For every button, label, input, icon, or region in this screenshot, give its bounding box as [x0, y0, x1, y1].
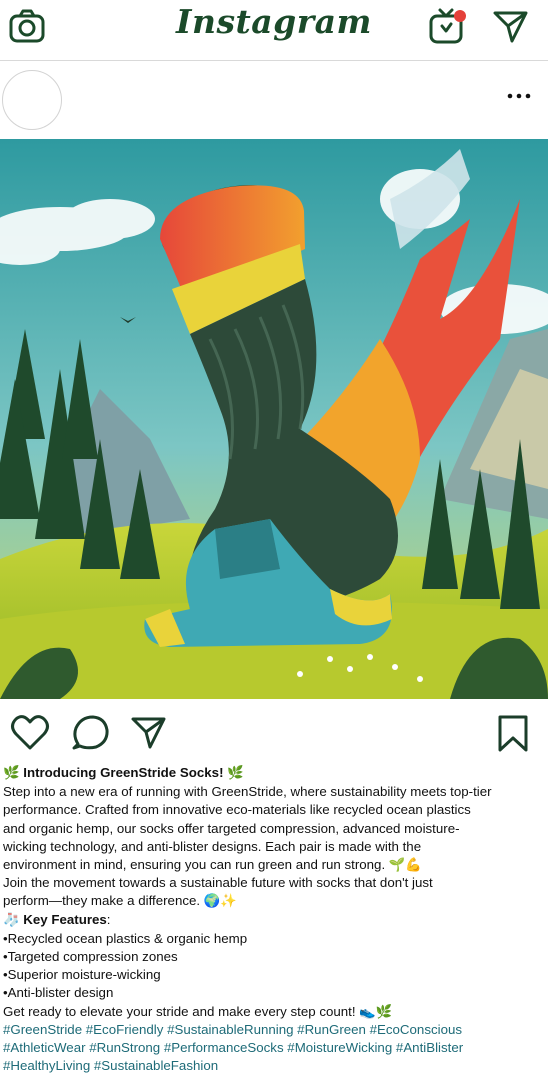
- post-header: [0, 64, 548, 134]
- more-options-icon[interactable]: [504, 84, 534, 108]
- feature-item: •Targeted compression zones: [3, 949, 178, 965]
- heart-icon[interactable]: [10, 714, 50, 756]
- comment-icon[interactable]: [72, 714, 110, 756]
- caption-title-line: 🌿 Introducing GreenStride Socks! 🌿: [3, 764, 545, 783]
- leaf-emoji: 🌿: [227, 766, 244, 781]
- hashtags-line[interactable]: #GreenStride #EcoFriendly #SustainableRu…: [3, 1021, 545, 1039]
- igtv-icon[interactable]: [428, 6, 468, 50]
- top-divider: [0, 60, 548, 61]
- caption-body-line: performance. Crafted from innovative eco…: [3, 802, 471, 818]
- caption-body-line: Join the movement towards a sustainable …: [3, 875, 433, 891]
- feature-item: •Superior moisture-wicking: [3, 967, 161, 983]
- caption-body-line: Step into a new era of running with Gree…: [3, 784, 492, 800]
- caption-body-line: environment in mind, ensuring you can ru…: [3, 857, 422, 873]
- bookmark-icon[interactable]: [496, 714, 530, 758]
- caption-title: Introducing GreenStride Socks!: [23, 765, 224, 780]
- feature-item: •Anti-blister design: [3, 985, 114, 1001]
- share-icon[interactable]: [130, 714, 168, 754]
- notification-dot: [454, 10, 466, 22]
- leaf-emoji: 🌿: [3, 766, 20, 781]
- features-colon: :: [106, 911, 111, 927]
- sock-emoji: 🧦: [3, 912, 20, 928]
- top-bar: Instagram: [0, 0, 548, 56]
- caption-closing: Get ready to elevate your stride and mak…: [3, 1003, 393, 1019]
- hashtags-line[interactable]: #AthleticWear #RunStrong #PerformanceSoc…: [3, 1039, 545, 1057]
- direct-message-icon[interactable]: [492, 8, 530, 48]
- post-image[interactable]: [0, 139, 548, 699]
- hashtags-line[interactable]: #HealthyLiving #SustainableFashion: [3, 1057, 545, 1075]
- feature-item: •Recycled ocean plastics & organic hemp: [3, 930, 248, 946]
- features-title: Key Features: [23, 911, 107, 927]
- caption-body-line: perform—they make a difference. 🌍✨: [3, 893, 237, 909]
- post-actions: [0, 710, 548, 756]
- post-caption: 🌿 Introducing GreenStride Socks! 🌿 Step …: [3, 764, 545, 1075]
- features-heading: 🧦 Key Features:: [3, 911, 545, 930]
- caption-body-line: and organic hemp, our socks offer target…: [3, 820, 460, 836]
- avatar[interactable]: [2, 70, 62, 130]
- caption-body-line: wicking technology, and anti-blister des…: [3, 838, 422, 854]
